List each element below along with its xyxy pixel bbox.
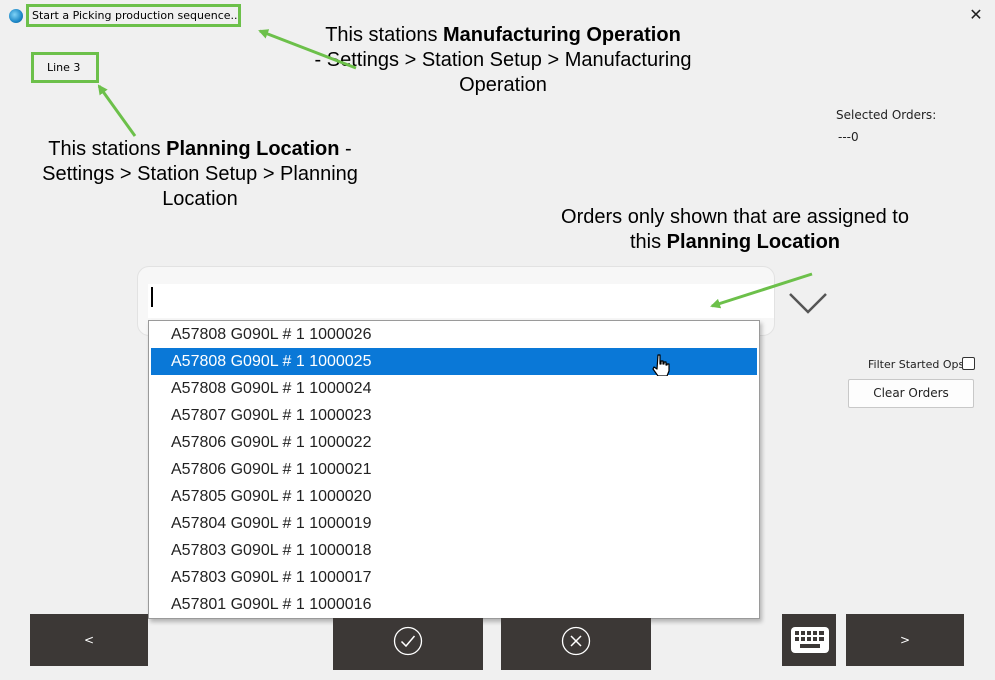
- order-list-item[interactable]: A57806 G090L # 1 1000021: [149, 456, 759, 483]
- annotation-orders-filter: Orders only shown that are assigned to t…: [561, 206, 909, 253]
- order-list-item[interactable]: A57806 G090L # 1 1000022: [149, 429, 759, 456]
- confirm-button[interactable]: [333, 618, 483, 670]
- keyboard-button[interactable]: [782, 614, 836, 666]
- filter-started-ops-checkbox[interactable]: [962, 357, 975, 370]
- order-list-item[interactable]: A57808 G090L # 1 1000024: [149, 375, 759, 402]
- order-list-item[interactable]: A57801 G090L # 1 1000016: [149, 591, 759, 618]
- annotation-manufacturing-operation: This stations Manufacturing Operation - …: [314, 24, 692, 96]
- annotation-planning-location: This stations Planning Location - Settin…: [42, 138, 358, 210]
- hand-cursor-icon: [652, 354, 670, 376]
- order-list-item[interactable]: A57808 G090L # 1 1000026: [149, 321, 759, 348]
- cancel-button[interactable]: [501, 618, 651, 670]
- previous-button[interactable]: <: [30, 614, 148, 666]
- chevron-down-icon[interactable]: [786, 288, 830, 318]
- text-caret: [151, 287, 153, 307]
- order-list-item[interactable]: A57807 G090L # 1 1000023: [149, 402, 759, 429]
- app-globe-icon: [9, 9, 23, 23]
- order-list-item[interactable]: A57804 G090L # 1 1000019: [149, 510, 759, 537]
- x-circle-icon: [561, 626, 591, 656]
- selected-orders-label: Selected Orders:: [836, 108, 937, 122]
- keyboard-icon: [791, 627, 829, 653]
- close-button[interactable]: ✕: [965, 5, 987, 27]
- order-list-item[interactable]: A57805 G090L # 1 1000020: [149, 483, 759, 510]
- planning-location-label: Line 3: [31, 52, 99, 83]
- check-circle-icon: [393, 626, 423, 656]
- selected-orders-count: ---0: [838, 130, 859, 144]
- next-button[interactable]: >: [846, 614, 964, 666]
- arrow-to-line-label: [97, 84, 137, 137]
- order-search-input[interactable]: [148, 284, 774, 318]
- clear-orders-button[interactable]: Clear Orders: [848, 379, 974, 408]
- window-title: Start a Picking production sequence...: [26, 4, 241, 27]
- order-list-item[interactable]: A57803 G090L # 1 1000018: [149, 537, 759, 564]
- filter-started-ops-label: Filter Started Ops: [868, 358, 965, 371]
- order-list-item[interactable]: A57803 G090L # 1 1000017: [149, 564, 759, 591]
